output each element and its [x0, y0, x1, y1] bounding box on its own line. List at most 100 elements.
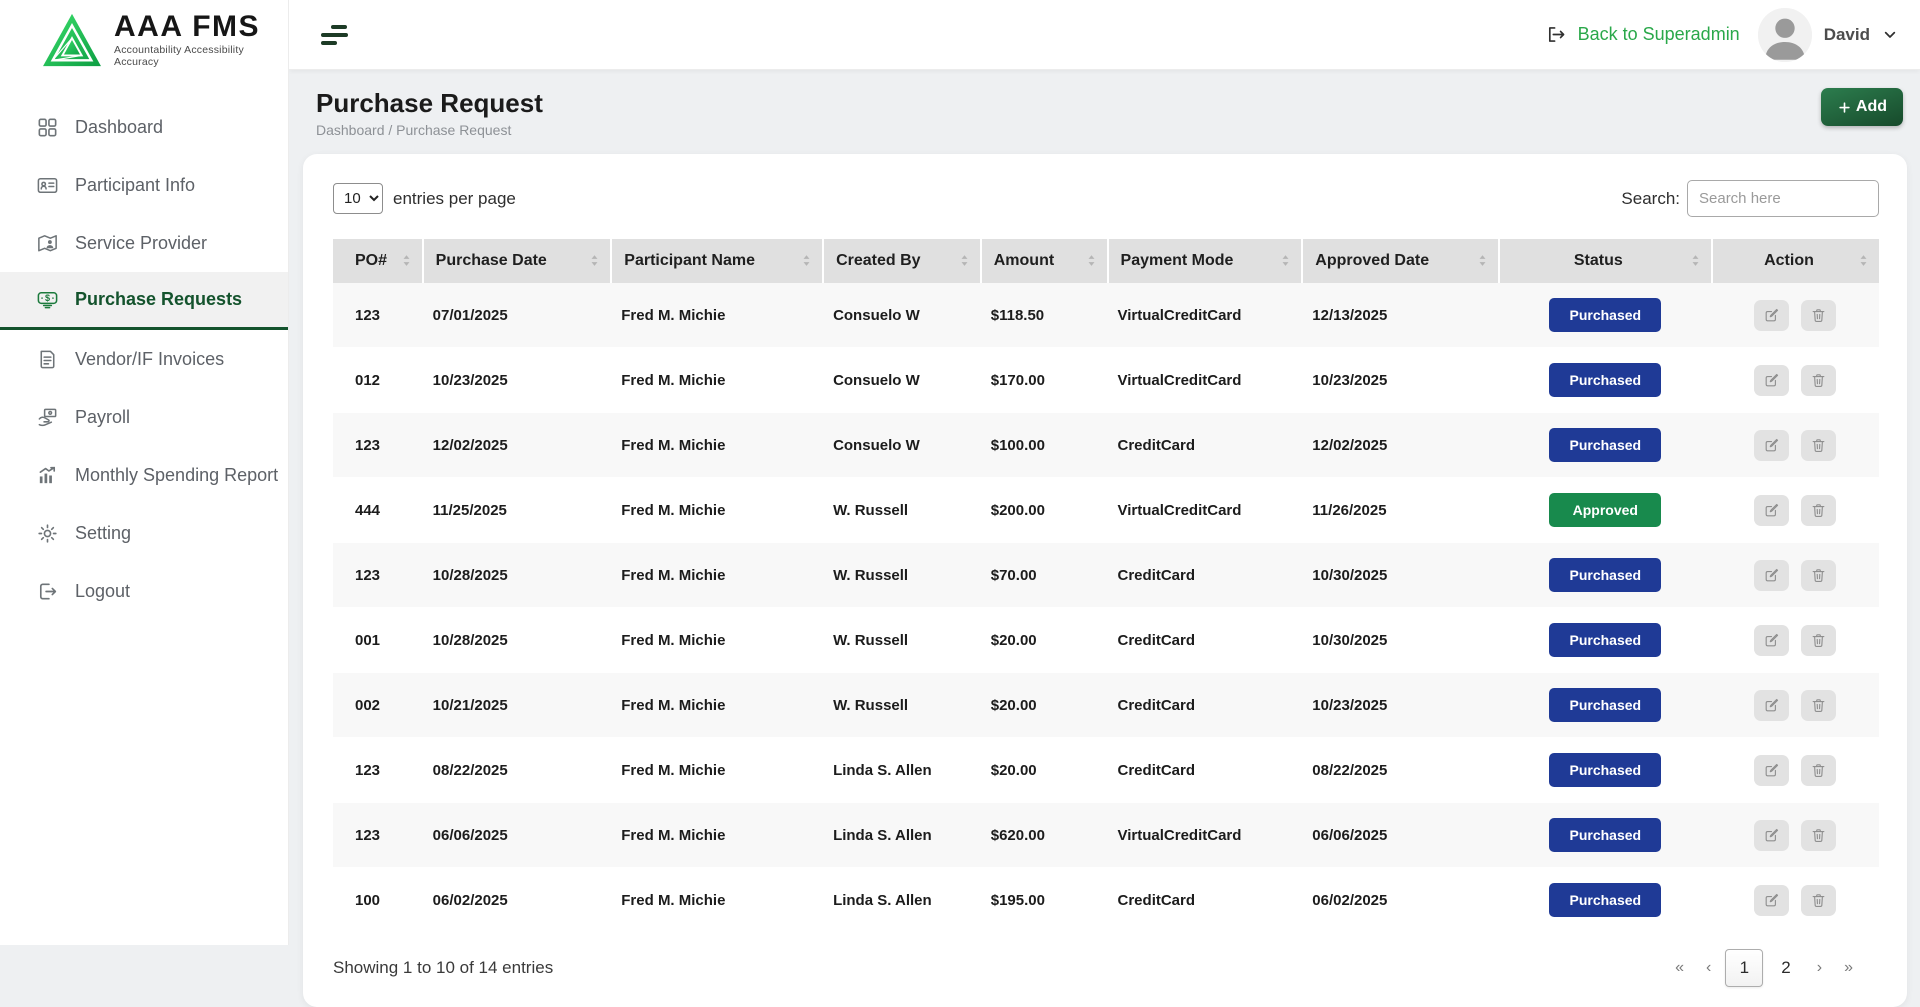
table-row: 12307/01/2025Fred M. MichieConsuelo W$11… [333, 283, 1879, 348]
column-header-action[interactable]: Action [1712, 239, 1879, 283]
cell-purchase_date: 07/01/2025 [423, 283, 612, 348]
pagination-last-button[interactable]: » [1836, 955, 1861, 981]
sidebar-toggle-button[interactable] [321, 25, 348, 45]
entries-per-page-select[interactable]: 10 [333, 183, 383, 214]
column-header-created_by[interactable]: Created By [823, 239, 981, 283]
column-header-amount[interactable]: Amount [981, 239, 1108, 283]
column-label: Amount [994, 252, 1081, 270]
column-header-payment_mode[interactable]: Payment Mode [1108, 239, 1303, 283]
trash-icon [1810, 567, 1827, 584]
cell-amount: $170.00 [981, 348, 1108, 413]
sidebar-item-payroll[interactable]: Payroll [0, 388, 288, 446]
status-badge[interactable]: Purchased [1549, 688, 1661, 722]
status-badge[interactable]: Purchased [1549, 558, 1661, 592]
column-header-participant_name[interactable]: Participant Name [611, 239, 823, 283]
edit-button[interactable] [1754, 625, 1789, 656]
pagination-page-2[interactable]: 2 [1769, 954, 1802, 982]
edit-button[interactable] [1754, 495, 1789, 526]
cell-payment_mode: CreditCard [1108, 413, 1303, 478]
cell-po: 012 [333, 348, 423, 413]
cell-payment_mode: CreditCard [1108, 868, 1303, 933]
column-header-status[interactable]: Status [1499, 239, 1712, 283]
sort-icon[interactable] [398, 252, 415, 269]
cell-status: Purchased [1499, 608, 1712, 673]
sidebar-item-monthly-spending-report[interactable]: Monthly Spending Report [0, 446, 288, 504]
sidebar-item-participant-info[interactable]: Participant Info [0, 156, 288, 214]
cell-po: 123 [333, 803, 423, 868]
status-badge[interactable]: Purchased [1549, 883, 1661, 917]
status-badge[interactable]: Purchased [1549, 818, 1661, 852]
app-logo[interactable]: AAA FMS Accountability Accessibility Acc… [0, 0, 288, 70]
edit-button[interactable] [1754, 560, 1789, 591]
user-name[interactable]: David [1824, 25, 1870, 45]
sidebar-item-label: Purchase Requests [75, 289, 242, 310]
exit-icon [1545, 24, 1566, 45]
trash-icon [1810, 437, 1827, 454]
edit-button[interactable] [1754, 755, 1789, 786]
delete-button[interactable] [1801, 365, 1836, 396]
cell-po: 123 [333, 738, 423, 803]
table-body: 12307/01/2025Fred M. MichieConsuelo W$11… [333, 283, 1879, 933]
report-icon [36, 464, 59, 487]
sort-icon[interactable] [956, 252, 973, 269]
delete-button[interactable] [1801, 560, 1836, 591]
avatar[interactable] [1758, 8, 1812, 62]
cell-participant_name: Fred M. Michie [611, 283, 823, 348]
sort-icon[interactable] [1277, 252, 1294, 269]
trash-icon [1810, 632, 1827, 649]
sort-icon[interactable] [1474, 252, 1491, 269]
sort-icon[interactable] [798, 252, 815, 269]
chevron-down-icon[interactable] [1882, 27, 1898, 43]
search-input[interactable] [1687, 180, 1879, 217]
sort-icon[interactable] [586, 252, 603, 269]
cell-purchase_date: 10/21/2025 [423, 673, 612, 738]
sort-icon[interactable] [1855, 252, 1872, 269]
status-badge[interactable]: Purchased [1549, 753, 1661, 787]
cell-status: Purchased [1499, 738, 1712, 803]
delete-button[interactable] [1801, 495, 1836, 526]
delete-button[interactable] [1801, 300, 1836, 331]
delete-button[interactable] [1801, 820, 1836, 851]
page-title: Purchase Request [316, 88, 543, 119]
edit-button[interactable] [1754, 885, 1789, 916]
delete-button[interactable] [1801, 625, 1836, 656]
status-badge[interactable]: Purchased [1549, 623, 1661, 657]
pagination-first-button[interactable]: « [1667, 955, 1692, 981]
cell-payment_mode: VirtualCreditCard [1108, 283, 1303, 348]
status-badge[interactable]: Purchased [1549, 363, 1661, 397]
status-badge[interactable]: Purchased [1549, 298, 1661, 332]
sidebar-item-dashboard[interactable]: Dashboard [0, 98, 288, 156]
add-button[interactable]: Add [1821, 88, 1903, 126]
delete-button[interactable] [1801, 430, 1836, 461]
status-badge[interactable]: Approved [1549, 493, 1661, 527]
purchase-request-table: PO#Purchase DateParticipant NameCreated … [333, 239, 1879, 933]
column-header-purchase_date[interactable]: Purchase Date [423, 239, 612, 283]
edit-button[interactable] [1754, 430, 1789, 461]
sort-icon[interactable] [1083, 252, 1100, 269]
edit-button[interactable] [1754, 300, 1789, 331]
table-row: 44411/25/2025Fred M. MichieW. Russell$20… [333, 478, 1879, 543]
edit-button[interactable] [1754, 690, 1789, 721]
pagination-prev-button[interactable]: ‹ [1698, 955, 1719, 981]
sidebar-item-logout[interactable]: Logout [0, 562, 288, 620]
edit-button[interactable] [1754, 820, 1789, 851]
pagination-next-button[interactable]: › [1809, 955, 1830, 981]
delete-button[interactable] [1801, 690, 1836, 721]
sidebar-item-setting[interactable]: Setting [0, 504, 288, 562]
sidebar-item-purchase-requests[interactable]: Purchase Requests [0, 272, 288, 330]
delete-button[interactable] [1801, 885, 1836, 916]
cell-po: 123 [333, 413, 423, 478]
back-to-superadmin-link[interactable]: Back to Superadmin [1578, 24, 1740, 45]
status-badge[interactable]: Purchased [1549, 428, 1661, 462]
sidebar-item-vendor-if-invoices[interactable]: Vendor/IF Invoices [0, 330, 288, 388]
pagination-page-1[interactable]: 1 [1725, 949, 1763, 987]
sidebar-item-service-provider[interactable]: Service Provider [0, 214, 288, 272]
column-header-po[interactable]: PO# [333, 239, 423, 283]
edit-button[interactable] [1754, 365, 1789, 396]
column-header-approved_date[interactable]: Approved Date [1302, 239, 1498, 283]
table-row: 00210/21/2025Fred M. MichieW. Russell$20… [333, 673, 1879, 738]
sort-icon[interactable] [1687, 252, 1704, 269]
delete-button[interactable] [1801, 755, 1836, 786]
cell-payment_mode: CreditCard [1108, 608, 1303, 673]
table-header-row: PO#Purchase DateParticipant NameCreated … [333, 239, 1879, 283]
